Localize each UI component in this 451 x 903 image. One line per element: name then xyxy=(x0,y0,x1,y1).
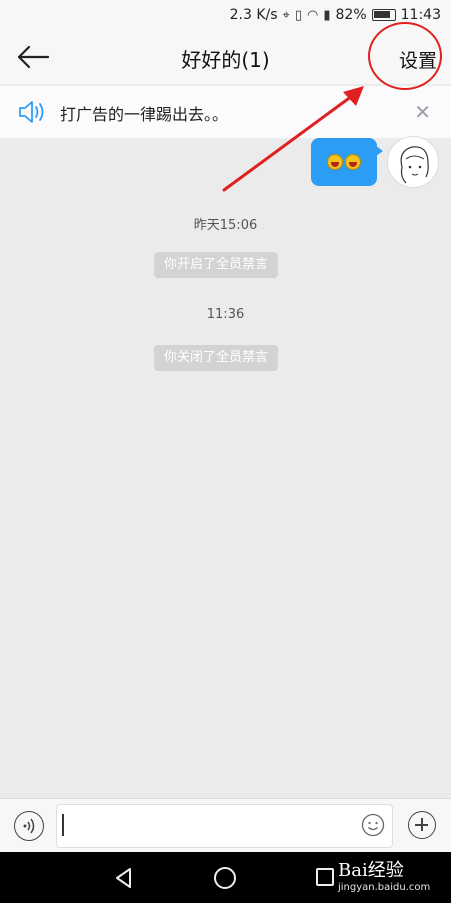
nav-back-icon[interactable] xyxy=(112,866,136,890)
watermark-site: jingyan.baidu.com xyxy=(338,882,431,893)
vibrate-icon: ▯ xyxy=(294,7,303,23)
net-speed: 2.3 K/s xyxy=(229,7,278,23)
voice-input-button[interactable] xyxy=(14,811,44,841)
more-options-button[interactable] xyxy=(408,811,436,839)
signal-4g-icon: ▮ xyxy=(323,7,331,23)
laughing-emoji-icon xyxy=(327,154,343,170)
input-bar xyxy=(0,798,451,852)
clock: 11:43 xyxy=(400,7,441,23)
annotation-circle xyxy=(368,22,442,90)
timestamp: 11:36 xyxy=(206,307,245,322)
speaker-icon xyxy=(19,101,44,123)
voice-icon xyxy=(23,818,35,834)
baidu-jingyan-watermark: Bai经验 jingyan.baidu.com xyxy=(338,856,430,893)
avatar[interactable] xyxy=(387,136,439,188)
group-notice[interactable]: 打广告的一律踢出去。。 ✕ xyxy=(0,86,451,138)
laughing-emoji-icon xyxy=(345,154,361,170)
message-input[interactable] xyxy=(56,804,393,848)
system-message: 你开启了全员禁言 xyxy=(154,252,279,278)
message-bubble[interactable] xyxy=(311,138,383,186)
battery-percent: 82% xyxy=(335,7,367,23)
timestamp: 昨天15:06 xyxy=(193,218,258,233)
battery-icon xyxy=(371,9,396,21)
notice-text: 打广告的一律踢出去。。 xyxy=(60,105,229,124)
status-bar: 2.3 K/s ⌖ ▯ ◠ ▮ 82% 11:43 xyxy=(0,0,451,30)
system-message: 你关闭了全员禁言 xyxy=(154,345,279,371)
text-cursor xyxy=(62,814,64,836)
location-icon: ⌖ xyxy=(282,7,290,23)
wifi-icon: ◠ xyxy=(307,7,319,23)
nav-home-icon[interactable] xyxy=(214,867,236,889)
emoji-picker-icon[interactable] xyxy=(361,813,385,837)
nav-recent-apps-icon[interactable] xyxy=(316,868,334,886)
close-notice-icon[interactable]: ✕ xyxy=(414,100,431,124)
avatar-drawing-icon xyxy=(400,146,429,184)
watermark-brand: Bai经验 xyxy=(338,860,404,881)
